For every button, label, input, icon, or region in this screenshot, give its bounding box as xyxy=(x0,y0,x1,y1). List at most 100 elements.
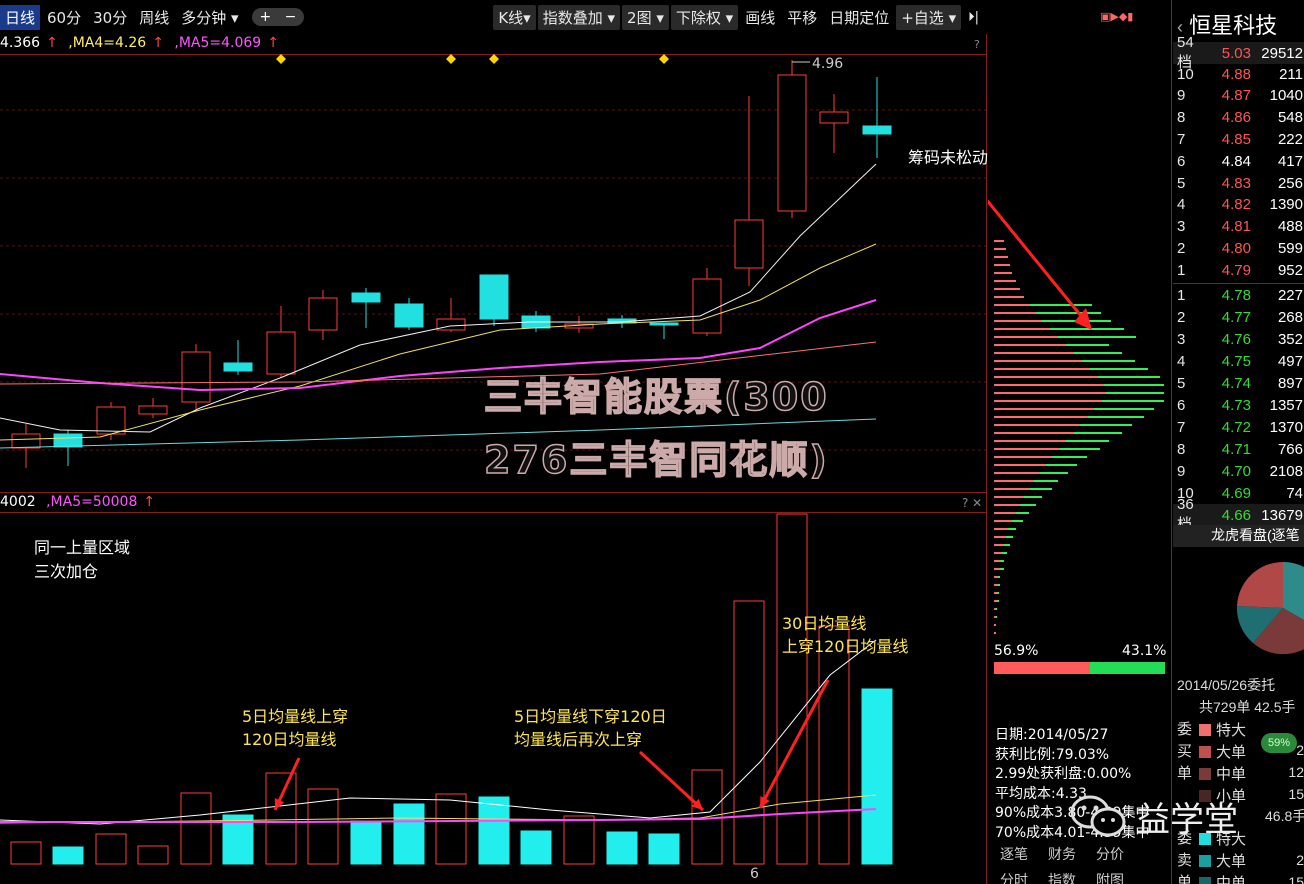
chip-stat-profit: 获利比例:79.03% xyxy=(995,746,1110,763)
chip-bar-green-26 xyxy=(1060,448,1100,450)
chip-bar-red-4 xyxy=(994,272,1012,274)
chip-bar-green-29 xyxy=(1040,472,1068,474)
volume-bar-8 xyxy=(350,820,382,865)
chip-bar-red-44 xyxy=(994,592,997,594)
chip-bar-red-35 xyxy=(994,520,1012,522)
index-overlay-dropdown[interactable]: 指数叠加 ▾ xyxy=(537,4,621,30)
bid-row-6[interactable]: 6 4.73 1357 xyxy=(1173,394,1304,416)
chip-bar-red-32 xyxy=(994,496,1024,498)
tab-intraday[interactable]: 分时 xyxy=(1000,870,1028,884)
multi-minute-dropdown[interactable]: 多分钟 ▾ xyxy=(176,5,243,30)
chip-bar-green-8 xyxy=(1030,304,1092,306)
sell-cat-2: 中单 xyxy=(1199,872,1246,884)
ask-row-5[interactable]: 5 4.83 256 xyxy=(1173,172,1304,194)
kline-dropdown[interactable]: K线▾ xyxy=(493,4,536,30)
bid-row-2[interactable]: 2 4.77 268 xyxy=(1173,306,1304,328)
buy-ratio-badge: 59% xyxy=(1261,733,1297,753)
ex-rights-dropdown[interactable]: 下除权 ▾ xyxy=(670,4,739,30)
ask-row-6[interactable]: 6 4.84 417 xyxy=(1173,150,1304,172)
chip-bar-red-40 xyxy=(994,560,1000,562)
ask-row-9[interactable]: 9 4.87 1040 xyxy=(1173,85,1304,107)
chip-bar-green-47 xyxy=(996,616,997,618)
chip-histogram xyxy=(988,199,1164,634)
tab-subchart[interactable]: 附图 xyxy=(1096,870,1124,884)
high-price-label: 4.96 xyxy=(812,56,844,72)
tab-index[interactable]: 指数 xyxy=(1048,870,1076,884)
chip-bar-red-17 xyxy=(994,376,1098,378)
chip-left-pct: 56.9% xyxy=(994,643,1039,659)
watermark-title: 三丰智能股票(300 276三丰智同花顺) xyxy=(483,366,829,484)
bid-row-4[interactable]: 4 4.75 497 xyxy=(1173,350,1304,372)
candle-body-20 xyxy=(862,125,892,135)
chip-bar-red-28 xyxy=(994,464,1046,466)
volume-bar-19 xyxy=(818,625,850,865)
draw-line-button[interactable]: 画线 xyxy=(740,5,780,30)
zoom-out-button[interactable]: − xyxy=(285,9,297,25)
tab-weekly[interactable]: 周线 xyxy=(134,5,174,30)
bid-row-5[interactable]: 5 4.74 897 xyxy=(1173,372,1304,394)
ask-row-1[interactable]: 1 4.79 952 xyxy=(1173,259,1304,281)
chip-bar-green-22 xyxy=(1088,416,1144,418)
ask-row-8[interactable]: 8 4.86 548 xyxy=(1173,107,1304,129)
chip-bar-green-24 xyxy=(1074,432,1122,434)
chip-bar-green-40 xyxy=(1000,560,1004,562)
tab-daily[interactable]: 日线 xyxy=(0,4,41,30)
chip-bar-red-10 xyxy=(994,320,1042,322)
annotation-ma5b-line1: 5日均量线下穿120日 xyxy=(514,707,667,726)
annotation-ma5-line2: 120日均量线 xyxy=(242,730,337,749)
bid-row-3[interactable]: 3 4.76 352 xyxy=(1173,328,1304,350)
ask-row-10[interactable]: 10 4.88 211 xyxy=(1173,63,1304,85)
bid-row-8[interactable]: 8 4.71 766 xyxy=(1173,438,1304,460)
ask-row-7[interactable]: 7 4.85 222 xyxy=(1173,128,1304,150)
chip-bar-green-32 xyxy=(1024,496,1042,498)
ask-row-3[interactable]: 3 4.81 488 xyxy=(1173,216,1304,238)
tab-tick[interactable]: 逐笔 xyxy=(1000,844,1028,864)
cat-value-0: 2 xyxy=(1296,742,1304,758)
volume-bar-1 xyxy=(52,846,84,865)
chip-bar-red-15 xyxy=(994,360,1082,362)
order-book-top-summary[interactable]: 54档 5.03 29512 xyxy=(1173,34,1304,71)
tab-finance[interactable]: 财务 xyxy=(1048,844,1076,864)
tab-60min[interactable]: 60分 xyxy=(42,5,86,30)
tab-30min[interactable]: 30分 xyxy=(88,5,132,30)
order-date: 2014/05/26委托 xyxy=(1177,677,1276,693)
chip-bar-red-41 xyxy=(994,568,1000,570)
zoom-in-button[interactable]: + xyxy=(260,9,272,25)
volume-bar-9 xyxy=(393,803,425,865)
chip-bar-green-14 xyxy=(1074,352,1122,354)
pan-button[interactable]: 平移 xyxy=(782,5,822,30)
annotation-ma30-line1: 30日均量线 xyxy=(782,614,867,633)
cat-value-3: 2 xyxy=(1296,852,1304,868)
skip-end-icon[interactable]: ⏵| xyxy=(963,8,984,27)
candle-body-16 xyxy=(692,278,722,334)
date-locate-button[interactable]: 日期定位 xyxy=(824,5,894,30)
chip-bar-green-9 xyxy=(1036,312,1101,314)
bid-row-7[interactable]: 7 4.72 1370 xyxy=(1173,416,1304,438)
chip-bar-red-46 xyxy=(994,608,996,610)
candle-body-7 xyxy=(308,297,338,331)
chip-bar-red-33 xyxy=(994,504,1020,506)
chip-bar-red-12 xyxy=(994,336,1058,338)
cat-value-4: 15 xyxy=(1288,874,1304,884)
watchlist-dropdown[interactable]: +自选 ▾ xyxy=(896,4,962,30)
bid-row-1[interactable]: 1 4.78 227 xyxy=(1173,284,1304,306)
chip-bar-green-34 xyxy=(1016,512,1029,514)
buy-cat-0: 特大 xyxy=(1199,719,1246,740)
chip-bar-green-27 xyxy=(1052,456,1087,458)
ask-row-2[interactable]: 2 4.80 599 xyxy=(1173,237,1304,259)
chip-bar-red-49 xyxy=(994,632,996,634)
chip-right-pct: 43.1% xyxy=(1122,643,1167,659)
ask-row-4[interactable]: 4 4.82 1390 xyxy=(1173,194,1304,216)
tab-price-dist[interactable]: 分价 xyxy=(1096,844,1124,864)
chip-bar-red-47 xyxy=(994,616,996,618)
arrow-chips xyxy=(988,199,1088,323)
chip-bar-red-8 xyxy=(994,304,1030,306)
order-book-bottom-summary[interactable]: 36档4.6613679 xyxy=(1173,496,1304,533)
chip-bar-red-23 xyxy=(994,424,1080,426)
panels-dropdown[interactable]: 2图 ▾ xyxy=(622,4,669,30)
chip-bar-red-25 xyxy=(994,440,1066,442)
bid-row-9[interactable]: 9 4.70 2108 xyxy=(1173,460,1304,482)
pie-chart xyxy=(1236,561,1304,655)
dragon-tiger-header[interactable]: 龙虎看盘(逐笔 xyxy=(1173,525,1304,547)
chip-stat-date: 日期:2014/05/27 xyxy=(995,727,1109,743)
